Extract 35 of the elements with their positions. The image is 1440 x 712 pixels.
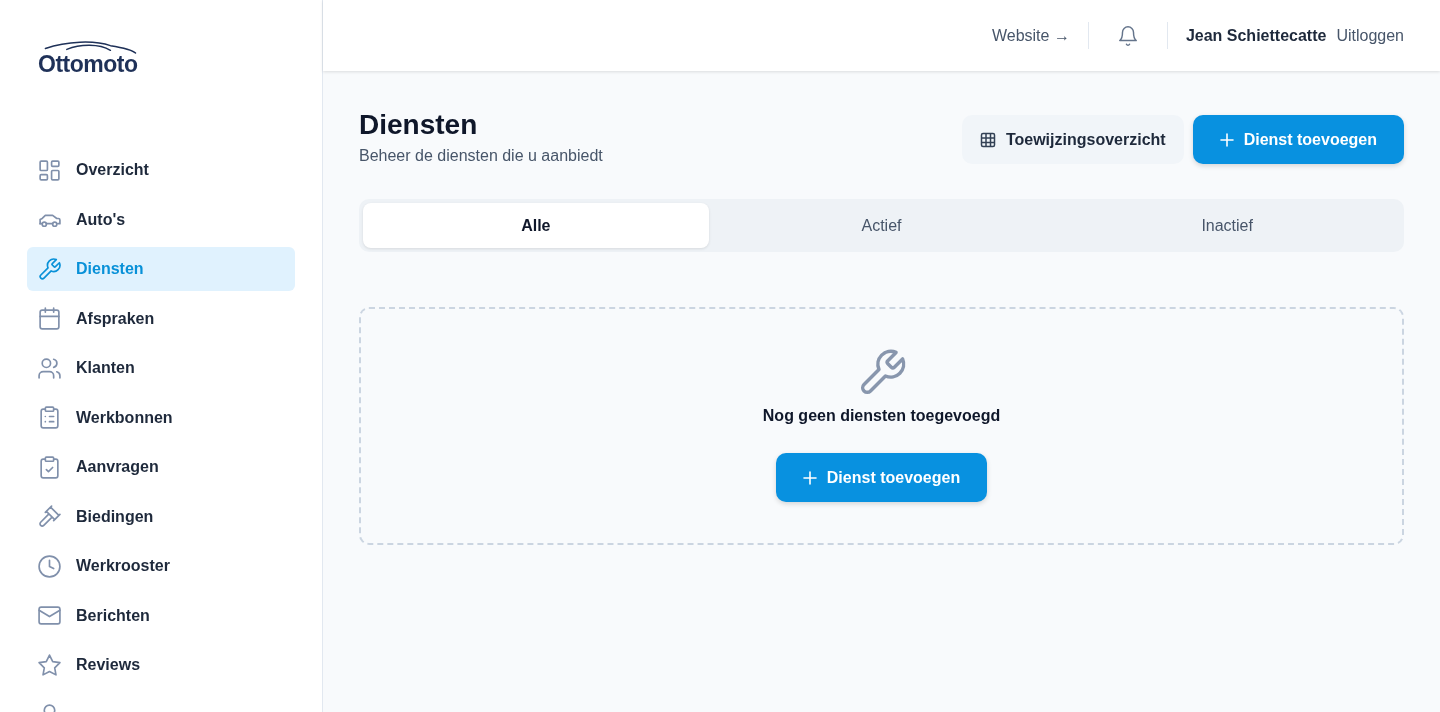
sidebar-item[interactable]: Reviews (27, 643, 295, 687)
sidebar-item[interactable]: Overzicht (27, 148, 295, 192)
star-icon (37, 652, 62, 678)
plus-icon (802, 470, 817, 485)
tab[interactable]: Alle (363, 203, 709, 248)
envelope-icon (37, 603, 62, 628)
sidebar-item[interactable]: Werkrooster (27, 544, 295, 588)
grid-icon (37, 157, 62, 183)
logout-link[interactable]: Uitloggen (1336, 26, 1404, 45)
sidebar-item[interactable]: Afspraken (27, 296, 295, 341)
sidebar-item[interactable]: Klanten (27, 346, 295, 390)
gavel-icon (37, 504, 62, 529)
page-title: Diensten (359, 108, 479, 142)
clipboard-list-icon (37, 405, 62, 430)
empty-message: Nog geen diensten toegevoegd (762, 407, 1001, 425)
users-icon (37, 355, 62, 381)
sidebar-item[interactable]: Berichten (27, 593, 295, 638)
logo-wordmark[interactable]: Ottomoto (38, 53, 138, 75)
bell-icon[interactable] (1116, 24, 1139, 47)
calendar-icon (37, 306, 62, 331)
page-subtitle: Beheer de diensten die u aanbiedt (359, 147, 603, 165)
table-icon (979, 131, 996, 148)
sidebar-item[interactable]: Aanvragen (27, 445, 295, 489)
website-link[interactable]: Website → (991, 26, 1070, 45)
user-name: Jean Schiettecatte (1185, 26, 1327, 45)
clipboard-check-icon (37, 454, 62, 480)
sidebar-item[interactable]: Auto's (27, 197, 295, 242)
sidebar-item[interactable]: Biedingen (27, 494, 295, 539)
plus-icon (1219, 132, 1234, 147)
assignment-overview-button[interactable]: Toewijzingsoverzicht (961, 115, 1184, 164)
sidebar-item[interactable]: Werkbonnen (27, 395, 295, 440)
clock-icon (37, 553, 62, 579)
wrench-icon (37, 256, 62, 282)
tab[interactable]: Inactief (1054, 203, 1400, 248)
tab[interactable]: Actief (708, 203, 1055, 248)
